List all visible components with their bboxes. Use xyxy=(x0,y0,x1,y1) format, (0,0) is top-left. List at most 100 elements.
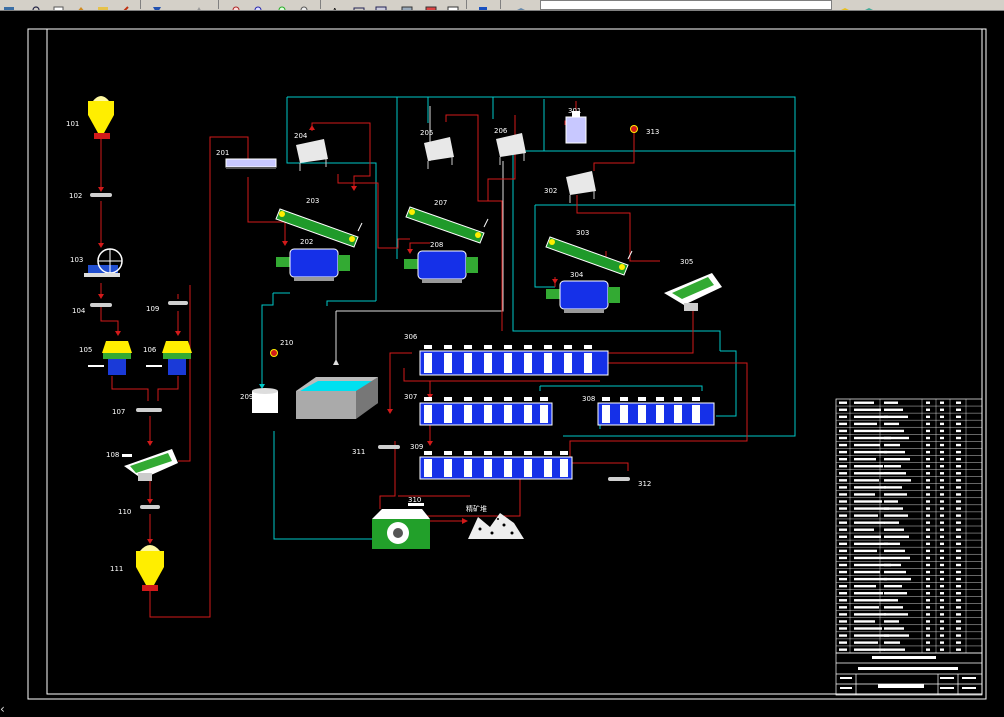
label-201: 201 xyxy=(216,149,229,157)
table-cell-mark xyxy=(940,535,944,538)
table-cell-mark xyxy=(940,479,944,482)
table-cell-mark xyxy=(854,613,886,616)
zoom-in-icon[interactable] xyxy=(230,0,244,10)
table-cell-mark xyxy=(926,500,930,503)
table-cell-mark xyxy=(940,577,944,581)
table-cell-mark xyxy=(884,443,900,447)
layer-state-icon[interactable] xyxy=(838,0,852,10)
table-cell-mark xyxy=(926,599,930,602)
label-concentrate-pile: 精矿堆 xyxy=(466,504,487,513)
table-cell-mark xyxy=(839,563,847,567)
table-cell-mark xyxy=(956,634,961,637)
table-icon[interactable] xyxy=(446,0,460,10)
dim-style-icon[interactable] xyxy=(352,0,366,10)
table-cell-mark xyxy=(956,599,961,602)
table-cell-mark xyxy=(854,408,881,411)
table-cell-mark xyxy=(854,493,875,496)
table-cell-mark xyxy=(884,592,907,595)
save-icon[interactable] xyxy=(2,0,16,10)
table-cell-mark xyxy=(884,401,898,404)
table-cell-mark xyxy=(839,634,847,637)
zoom-extents-icon[interactable] xyxy=(298,0,312,10)
layer-manager-icon[interactable] xyxy=(514,0,528,10)
table-cell-mark xyxy=(940,401,944,404)
feeder-107 xyxy=(136,408,162,412)
table-cell-mark xyxy=(940,556,944,560)
label-308: 308 xyxy=(582,395,595,403)
table-cell-mark xyxy=(854,577,887,581)
table-cell-mark xyxy=(839,436,847,440)
zoom-all-icon[interactable] xyxy=(276,0,290,10)
text-style-icon[interactable]: A xyxy=(330,0,344,10)
feeder-109 xyxy=(168,301,188,305)
table-cell-mark xyxy=(854,465,883,468)
table-cell-mark xyxy=(926,415,930,419)
table-cell-mark xyxy=(884,542,900,546)
table-cell-mark xyxy=(956,528,961,531)
spiral-classifier-303 xyxy=(545,236,633,276)
table-cell-mark xyxy=(854,507,889,510)
table-cell-mark xyxy=(940,521,944,524)
table-cell-mark xyxy=(884,457,910,461)
table-cell-mark xyxy=(854,549,877,553)
equipment-list-rows xyxy=(836,399,982,653)
feeder-312 xyxy=(608,477,630,481)
table-cell-mark xyxy=(926,521,930,524)
table-cell-mark xyxy=(884,479,911,482)
label-209: 209 xyxy=(240,393,253,401)
zoom-out-icon[interactable] xyxy=(252,0,266,10)
layer-dropdown[interactable] xyxy=(540,0,832,10)
cad-toolbar: A xyxy=(0,0,1004,11)
zoom-window-icon[interactable] xyxy=(52,0,66,10)
table-cell-mark xyxy=(956,457,961,461)
table-cell-mark xyxy=(956,450,961,454)
layout-icon[interactable] xyxy=(424,0,438,10)
help-icon[interactable] xyxy=(476,0,490,10)
table-cell-mark xyxy=(926,613,930,616)
drawing-canvas[interactable]: 101 102 103 104 105 106 107 108 109 110 … xyxy=(0,11,1004,715)
table-cell-mark xyxy=(854,641,878,644)
table-cell-mark xyxy=(854,584,876,588)
table-cell-mark xyxy=(940,563,944,567)
table-cell-mark xyxy=(839,493,847,496)
zoom-realtime-icon[interactable] xyxy=(30,0,44,10)
match-icon[interactable] xyxy=(118,0,132,10)
layer-icon[interactable] xyxy=(400,0,414,10)
table-cell-mark xyxy=(839,465,847,468)
table-cell-mark xyxy=(956,486,961,489)
table-cell-mark xyxy=(854,521,885,524)
label-110: 110 xyxy=(118,508,131,516)
label-312: 312 xyxy=(638,480,651,488)
table-cell-mark xyxy=(839,620,847,623)
label-302: 302 xyxy=(544,187,557,195)
table-cell-mark xyxy=(926,443,930,447)
table-cell-mark xyxy=(884,577,911,581)
table-cell-mark xyxy=(854,401,874,404)
zoom-prev-icon[interactable] xyxy=(74,0,88,10)
table-cell-mark xyxy=(839,577,847,581)
table-cell-mark xyxy=(854,450,887,454)
table-cell-mark xyxy=(839,507,847,510)
table-cell-mark xyxy=(940,457,944,461)
down-arrow-icon[interactable] xyxy=(150,0,164,10)
table-cell-mark xyxy=(956,472,961,475)
label-107: 107 xyxy=(112,408,125,416)
table-cell-mark xyxy=(839,641,847,644)
table-cell-mark xyxy=(854,606,879,609)
table-cell-mark xyxy=(940,472,944,475)
table-style-icon[interactable] xyxy=(374,0,388,10)
table-cell-mark xyxy=(940,549,944,553)
table-cell-mark xyxy=(940,507,944,510)
table-cell-mark xyxy=(926,457,930,461)
properties-icon[interactable] xyxy=(96,0,110,10)
table-cell-mark xyxy=(956,429,961,433)
table-cell-mark xyxy=(884,436,909,440)
feeder-104 xyxy=(90,303,112,307)
layer-previous-icon[interactable] xyxy=(862,0,876,10)
table-cell-mark xyxy=(926,549,930,553)
up-arrow-icon[interactable] xyxy=(192,0,206,10)
table-cell-mark xyxy=(854,535,881,538)
label-203: 203 xyxy=(306,197,319,205)
table-cell-mark xyxy=(940,599,944,602)
label-108: 108 xyxy=(106,451,119,459)
